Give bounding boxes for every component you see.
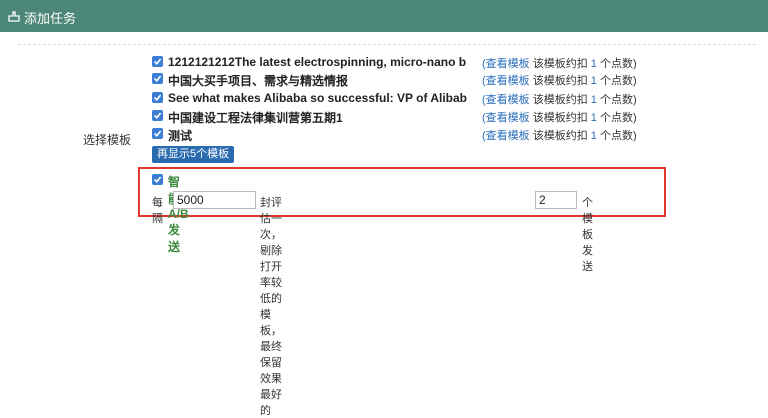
template-title: 中国建设工程法律集训营第五期1: [168, 111, 343, 125]
template-cost-unit: 个点数): [599, 130, 637, 142]
panel-header: 添加任务: [0, 0, 768, 32]
template-cost-number: 1: [590, 112, 597, 124]
template-cost-number: 1: [590, 58, 597, 70]
keep-count-input[interactable]: [535, 191, 577, 209]
template-checkbox[interactable]: [152, 128, 163, 139]
template-checkbox[interactable]: [152, 110, 163, 121]
template-cost-number: 1: [590, 94, 597, 106]
view-template-link[interactable]: (查看模板: [482, 130, 530, 142]
smart-ab-label: 智能A/B发送: [168, 175, 189, 254]
view-template-link[interactable]: (查看模板: [482, 58, 530, 70]
panel-title: 添加任务: [24, 11, 77, 26]
template-checkbox[interactable]: [152, 56, 163, 67]
template-cost-unit: 个点数): [599, 58, 637, 70]
template-checkbox[interactable]: [152, 73, 163, 84]
template-title: 测试: [168, 129, 193, 143]
interval-prefix: 每隔: [152, 197, 163, 225]
template-cost-unit: 个点数): [599, 75, 637, 87]
template-info: (查看模板 该模板约扣 1 个点数): [482, 109, 637, 125]
interval-input[interactable]: [173, 191, 256, 209]
show-more-templates-button[interactable]: 再显示5个模板: [152, 146, 235, 163]
keep-count-suffix: 个模板发送: [582, 197, 593, 273]
template-cost-label: 该模板约扣: [532, 58, 588, 70]
template-info: (查看模板 该模板约扣 1 个点数): [482, 72, 637, 88]
view-template-link[interactable]: (查看模板: [482, 94, 530, 106]
divider: [18, 44, 756, 45]
template-cost-number: 1: [590, 75, 597, 87]
template-cost-label: 该模板约扣: [532, 75, 588, 87]
template-cost-number: 1: [590, 130, 597, 142]
template-cost-label: 该模板约扣: [532, 130, 588, 142]
view-template-link[interactable]: (查看模板: [482, 112, 530, 124]
template-cost-label: 该模板约扣: [532, 112, 588, 124]
template-cost-unit: 个点数): [599, 94, 637, 106]
template-checkbox[interactable]: [152, 92, 163, 103]
template-title: 中国大买手项目、需求与精选情报: [168, 74, 349, 88]
template-info: (查看模板 该模板约扣 1 个点数): [482, 55, 637, 71]
template-title: See what makes Alibaba so successful: VP…: [168, 91, 467, 105]
smart-ab-checkbox[interactable]: [152, 174, 163, 185]
template-title: 1212121212The latest electrospinning, mi…: [168, 55, 467, 69]
view-template-link[interactable]: (查看模板: [482, 75, 530, 87]
template-info: (查看模板 该模板约扣 1 个点数): [482, 91, 637, 107]
hand-pointer-icon: [8, 11, 20, 22]
interval-description: 封评估一次， 剔除打开率较低的模板， 最终保留效果最好的: [260, 197, 282, 417]
template-cost-label: 该模板约扣: [532, 94, 588, 106]
select-template-label: 选择模板: [83, 133, 132, 147]
template-info: (查看模板 该模板约扣 1 个点数): [482, 127, 637, 143]
template-cost-unit: 个点数): [599, 112, 637, 124]
